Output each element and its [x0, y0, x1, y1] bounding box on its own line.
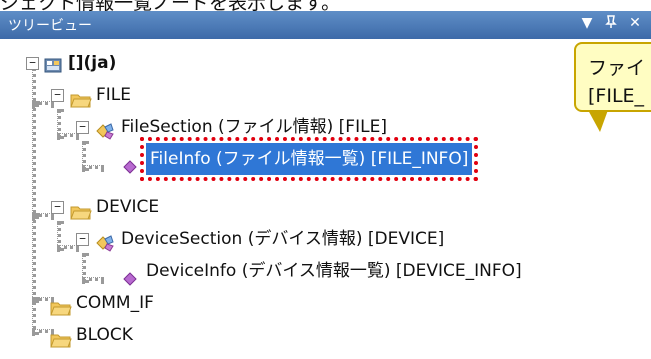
tree-node-comm-if[interactable]: COMM_IF: [0, 287, 240, 319]
callout-tail: [588, 110, 608, 132]
tree-node-file-info[interactable]: FileInfo (ファイル情報一覧) [FILE_INFO]: [0, 137, 600, 181]
pin-icon[interactable]: [603, 15, 619, 33]
tree-node-device[interactable]: − DEVICE: [0, 191, 240, 223]
tree-node-file[interactable]: − FILE: [0, 79, 240, 111]
collapse-icon[interactable]: −: [76, 121, 89, 134]
file-section-label: FileSection (ファイル情報) [FILE]: [121, 117, 387, 137]
device-folder-label: DEVICE: [96, 197, 160, 217]
collapse-icon[interactable]: −: [51, 89, 64, 102]
panel-title: ツリービュー: [8, 18, 92, 34]
callout-balloon: ファイ [FILE_: [574, 42, 651, 112]
device-info-label: DeviceInfo (デバイス情報一覧) [DEVICE_INFO]: [146, 261, 522, 281]
tree-view-panel: ツリービュー ▼ ✕ − [](ja) − FILE − FileSection…: [0, 11, 651, 348]
tree-node-block[interactable]: BLOCK: [0, 319, 240, 351]
file-folder-label: FILE: [96, 85, 132, 105]
collapse-icon[interactable]: −: [76, 233, 89, 246]
comm-if-folder-label: COMM_IF: [76, 293, 154, 313]
device-section-label: DeviceSection (デバイス情報) [DEVICE]: [121, 229, 445, 249]
diamond-icon: [123, 153, 137, 185]
collapse-icon[interactable]: −: [26, 57, 39, 70]
dropdown-icon[interactable]: ▼: [579, 15, 595, 33]
titlebar-controls: ▼ ✕: [579, 15, 643, 33]
block-folder-label: BLOCK: [76, 325, 133, 345]
collapse-icon[interactable]: −: [51, 201, 64, 214]
panel-titlebar: ツリービュー ▼ ✕: [0, 11, 651, 39]
tree: − [](ja) − FILE − FileSection (ファイル情報) […: [0, 39, 651, 348]
tree-node-file-section[interactable]: − FileSection (ファイル情報) [FILE]: [0, 111, 480, 143]
tree-node-root[interactable]: − [](ja): [0, 47, 280, 79]
tree-node-device-info[interactable]: DeviceInfo (デバイス情報一覧) [DEVICE_INFO]: [0, 255, 651, 287]
root-label: [](ja): [68, 53, 117, 73]
callout-line-2: [FILE_: [588, 85, 645, 107]
folder-icon: [50, 327, 72, 359]
tree-node-device-section[interactable]: − DeviceSection (デバイス情報) [DEVICE]: [0, 223, 520, 255]
file-info-label-selected[interactable]: FileInfo (ファイル情報一覧) [FILE_INFO]: [139, 137, 479, 181]
close-icon[interactable]: ✕: [627, 15, 643, 33]
callout-line-1: ファイ: [588, 57, 646, 79]
